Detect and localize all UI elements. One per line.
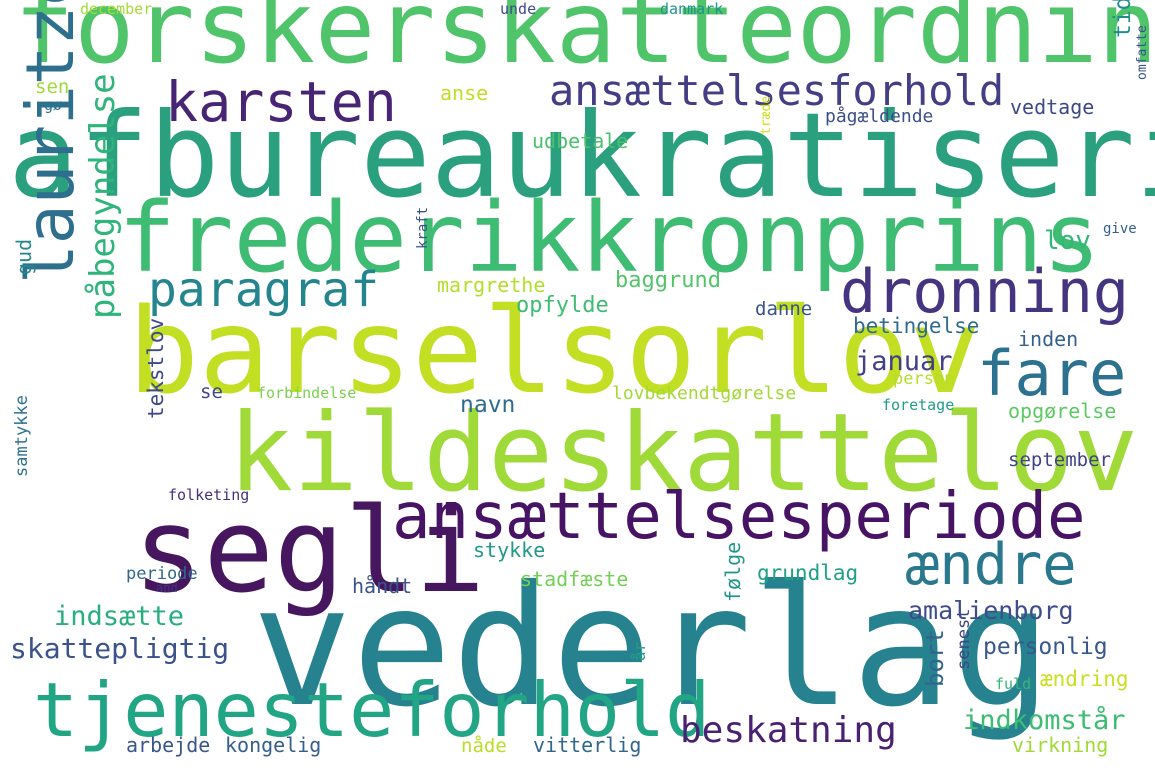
word-stadfaeste: stadfæste [520, 567, 629, 591]
word-vitterlig: vitterlig [533, 733, 642, 757]
word-cloud: forskerskatteordning afbureaukratisering… [0, 0, 1155, 770]
word-kraft: kraft [415, 206, 431, 249]
word-foelge: følge [721, 541, 745, 602]
word-lov: lov [1044, 226, 1091, 256]
word-danmark: danmark [660, 0, 724, 18]
word-amalienborg: amalienborg [908, 596, 1074, 625]
word-goe: gø [44, 96, 63, 114]
word-se: se [200, 381, 223, 403]
word-folketing: folketing [168, 486, 250, 504]
word-naade: nåde [461, 735, 507, 757]
word-karsten: karsten [165, 70, 397, 134]
word-fare: fare [977, 337, 1127, 410]
word-omfatte: omfatte [1135, 25, 1150, 80]
word-indkomstaar: indkomstår [963, 705, 1126, 736]
word-baggrund: baggrund [615, 268, 721, 293]
word-lovbekendtgoerelse: lovbekendtgørelse [612, 383, 797, 404]
word-senest: senest [954, 608, 974, 670]
word-aendring: ændring [1040, 667, 1129, 691]
word-betingelse: betingelse [853, 314, 980, 338]
word-beskatning: beskatning [680, 710, 897, 751]
word-danne: gud [12, 238, 36, 275]
word-tidlig: tidlig [1110, 0, 1136, 38]
word-udbetale: udbetale [532, 129, 629, 153]
word-ansaettelsesforhold: ansættelsesforhold [549, 66, 1005, 115]
word-paagaeldende: pågældende [825, 106, 934, 127]
word-dronning: dronning [840, 257, 1129, 327]
word-unde: unde [500, 0, 537, 18]
word-margrethe: margrethe [437, 273, 546, 297]
word-skattepligtig: skattepligtig [10, 632, 230, 665]
word-virkning: virkning [1012, 733, 1109, 757]
word-december: december [80, 0, 153, 18]
word-opfylde: opfylde [516, 293, 609, 318]
word-gud: inden [1018, 327, 1079, 351]
word-bort: bort [921, 629, 949, 687]
word-personlig: personlig [983, 634, 1108, 660]
word-sen: sen [35, 76, 70, 98]
word-inden: danne [755, 298, 813, 320]
word-vedtage: vedtage [1010, 95, 1095, 119]
word-grundlag: grundlag [757, 561, 859, 585]
word-aendre: ændre [905, 532, 1077, 598]
word-arbejde: arbejde [126, 733, 211, 757]
word-opgoerelse: opgørelse [1008, 399, 1117, 423]
word-paragraf: paragraf [148, 262, 380, 318]
word-aar: år [630, 641, 649, 661]
word-paabegyndelse: påbegyndelse [83, 73, 123, 319]
word-anse: anse [440, 81, 489, 105]
word-tekstlov: tekstlov [144, 317, 168, 419]
word-haand: håndt [352, 574, 413, 598]
word-kongelig: kongelig [225, 733, 322, 757]
word-person: person [893, 369, 955, 389]
word-samtykke: samtykke [12, 395, 32, 477]
word-september: september [1008, 449, 1111, 471]
word-foretage: foretage [882, 396, 955, 414]
word-and: and [156, 581, 178, 595]
word-forbindelse: forbindelse [257, 384, 357, 402]
word-indsaette: indsætte [54, 601, 185, 632]
word-stykke: stykke [473, 538, 546, 562]
word-traede: træde [759, 95, 774, 135]
word-give: give [1103, 221, 1137, 237]
word-fuld: fuld [995, 675, 1032, 693]
word-navn: navn [460, 392, 516, 418]
